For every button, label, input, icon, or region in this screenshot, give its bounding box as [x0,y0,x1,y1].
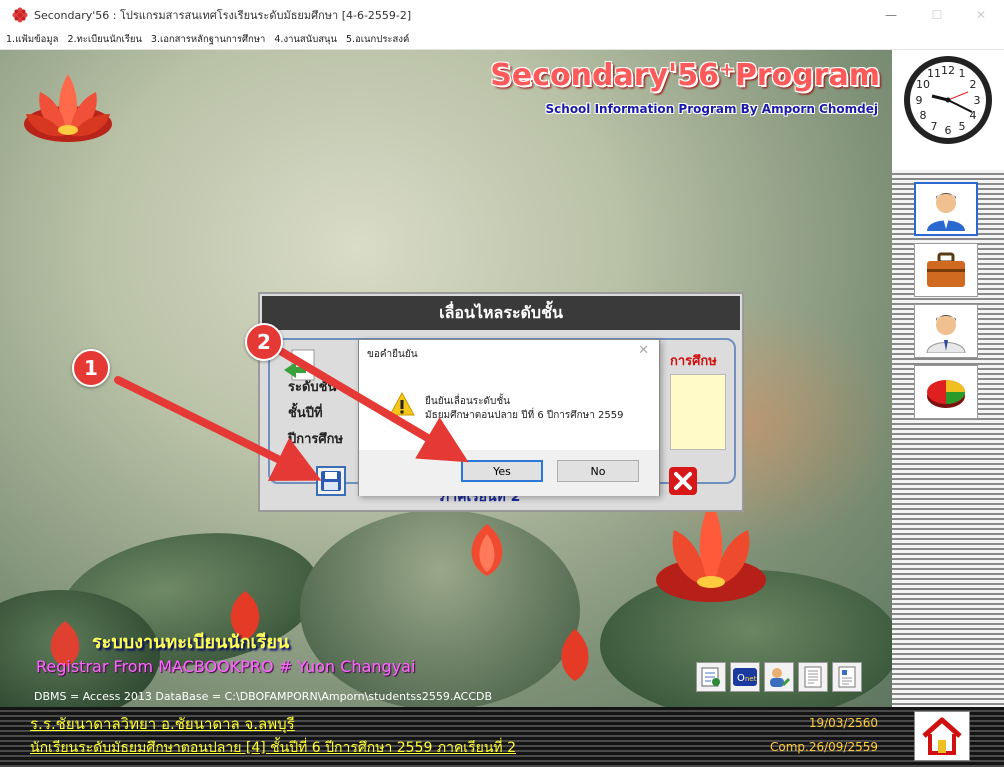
annotation-arrows [114,348,469,481]
annotation-arrow-2 [278,348,469,463]
annotation-badge-2: 2 [245,323,283,361]
annotation-badge-1: 1 [72,349,110,387]
app-window: Secondary'56 : โปรแกรมสารสนเทศโรงเรียนระ… [0,0,1004,767]
annotation-arrow-1 [114,376,322,481]
